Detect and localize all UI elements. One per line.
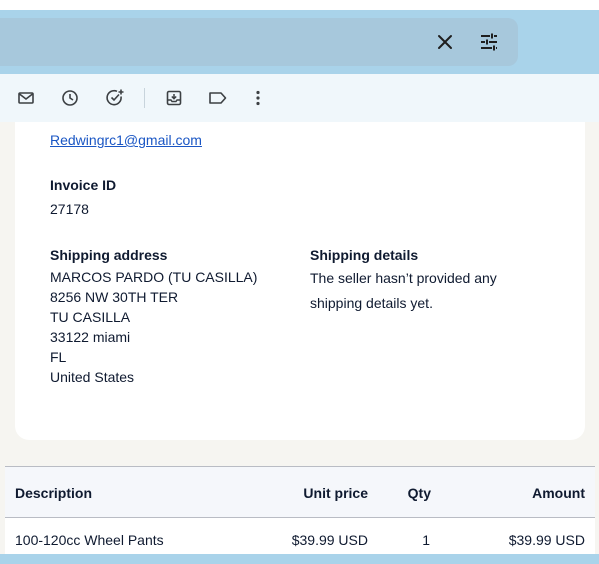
message-content: Redwingrc1@gmail.com Invoice ID 27178 Sh… xyxy=(0,122,599,554)
shipping-details-label: Shipping details xyxy=(310,247,419,263)
bottom-strip xyxy=(0,554,599,564)
move-to-inbox-icon[interactable] xyxy=(164,88,184,108)
invoice-id-value: 27178 xyxy=(50,201,89,217)
address-line: United States xyxy=(50,369,135,385)
label-icon[interactable] xyxy=(208,88,228,108)
row-description: 100-120cc Wheel Pants xyxy=(15,532,164,548)
header-description: Description xyxy=(15,485,93,501)
message-toolbar xyxy=(0,74,599,122)
row-qty: 1 xyxy=(422,532,430,548)
header-unit-price: Unit price xyxy=(303,485,368,501)
header-qty: Qty xyxy=(407,485,431,501)
shipping-details-line: shipping details yet. xyxy=(310,295,433,311)
customer-email-link[interactable]: Redwingrc1@gmail.com xyxy=(50,132,202,148)
address-line: FL xyxy=(50,349,67,365)
shipping-address: MARCOS PARDO (TU CASILLA) 8256 NW 30TH T… xyxy=(50,267,257,387)
address-line: 8256 NW 30TH TER xyxy=(50,289,179,305)
search-bar[interactable] xyxy=(0,18,518,66)
table-row: 100-120cc Wheel Pants $39.99 USD 1 $39.9… xyxy=(5,518,595,554)
address-line: 33122 miami xyxy=(50,329,131,345)
address-line: TU CASILLA xyxy=(50,309,131,325)
more-vertical-icon[interactable] xyxy=(248,88,268,108)
row-amount: $39.99 USD xyxy=(508,532,585,548)
shipping-details: The seller hasn’t provided any shipping … xyxy=(310,266,497,316)
line-items-table: Description Unit price Qty Amount 100-12… xyxy=(5,466,595,554)
tune-icon[interactable] xyxy=(477,30,501,54)
shipping-address-label: Shipping address xyxy=(50,247,168,263)
shipping-details-line: The seller hasn’t provided any xyxy=(310,270,497,286)
table-header: Description Unit price Qty Amount xyxy=(5,466,595,518)
toolbar-divider xyxy=(144,88,145,108)
top-strip xyxy=(0,0,599,10)
clock-icon[interactable] xyxy=(60,88,80,108)
invoice-id-label: Invoice ID xyxy=(50,177,117,193)
mail-icon[interactable] xyxy=(16,88,36,108)
row-unit-price: $39.99 USD xyxy=(291,532,368,548)
invoice-card: Redwingrc1@gmail.com Invoice ID 27178 Sh… xyxy=(15,122,585,440)
close-icon[interactable] xyxy=(433,30,457,54)
header-amount: Amount xyxy=(532,485,585,501)
add-task-icon[interactable] xyxy=(105,88,125,108)
address-line: MARCOS PARDO (TU CASILLA) xyxy=(50,269,258,285)
